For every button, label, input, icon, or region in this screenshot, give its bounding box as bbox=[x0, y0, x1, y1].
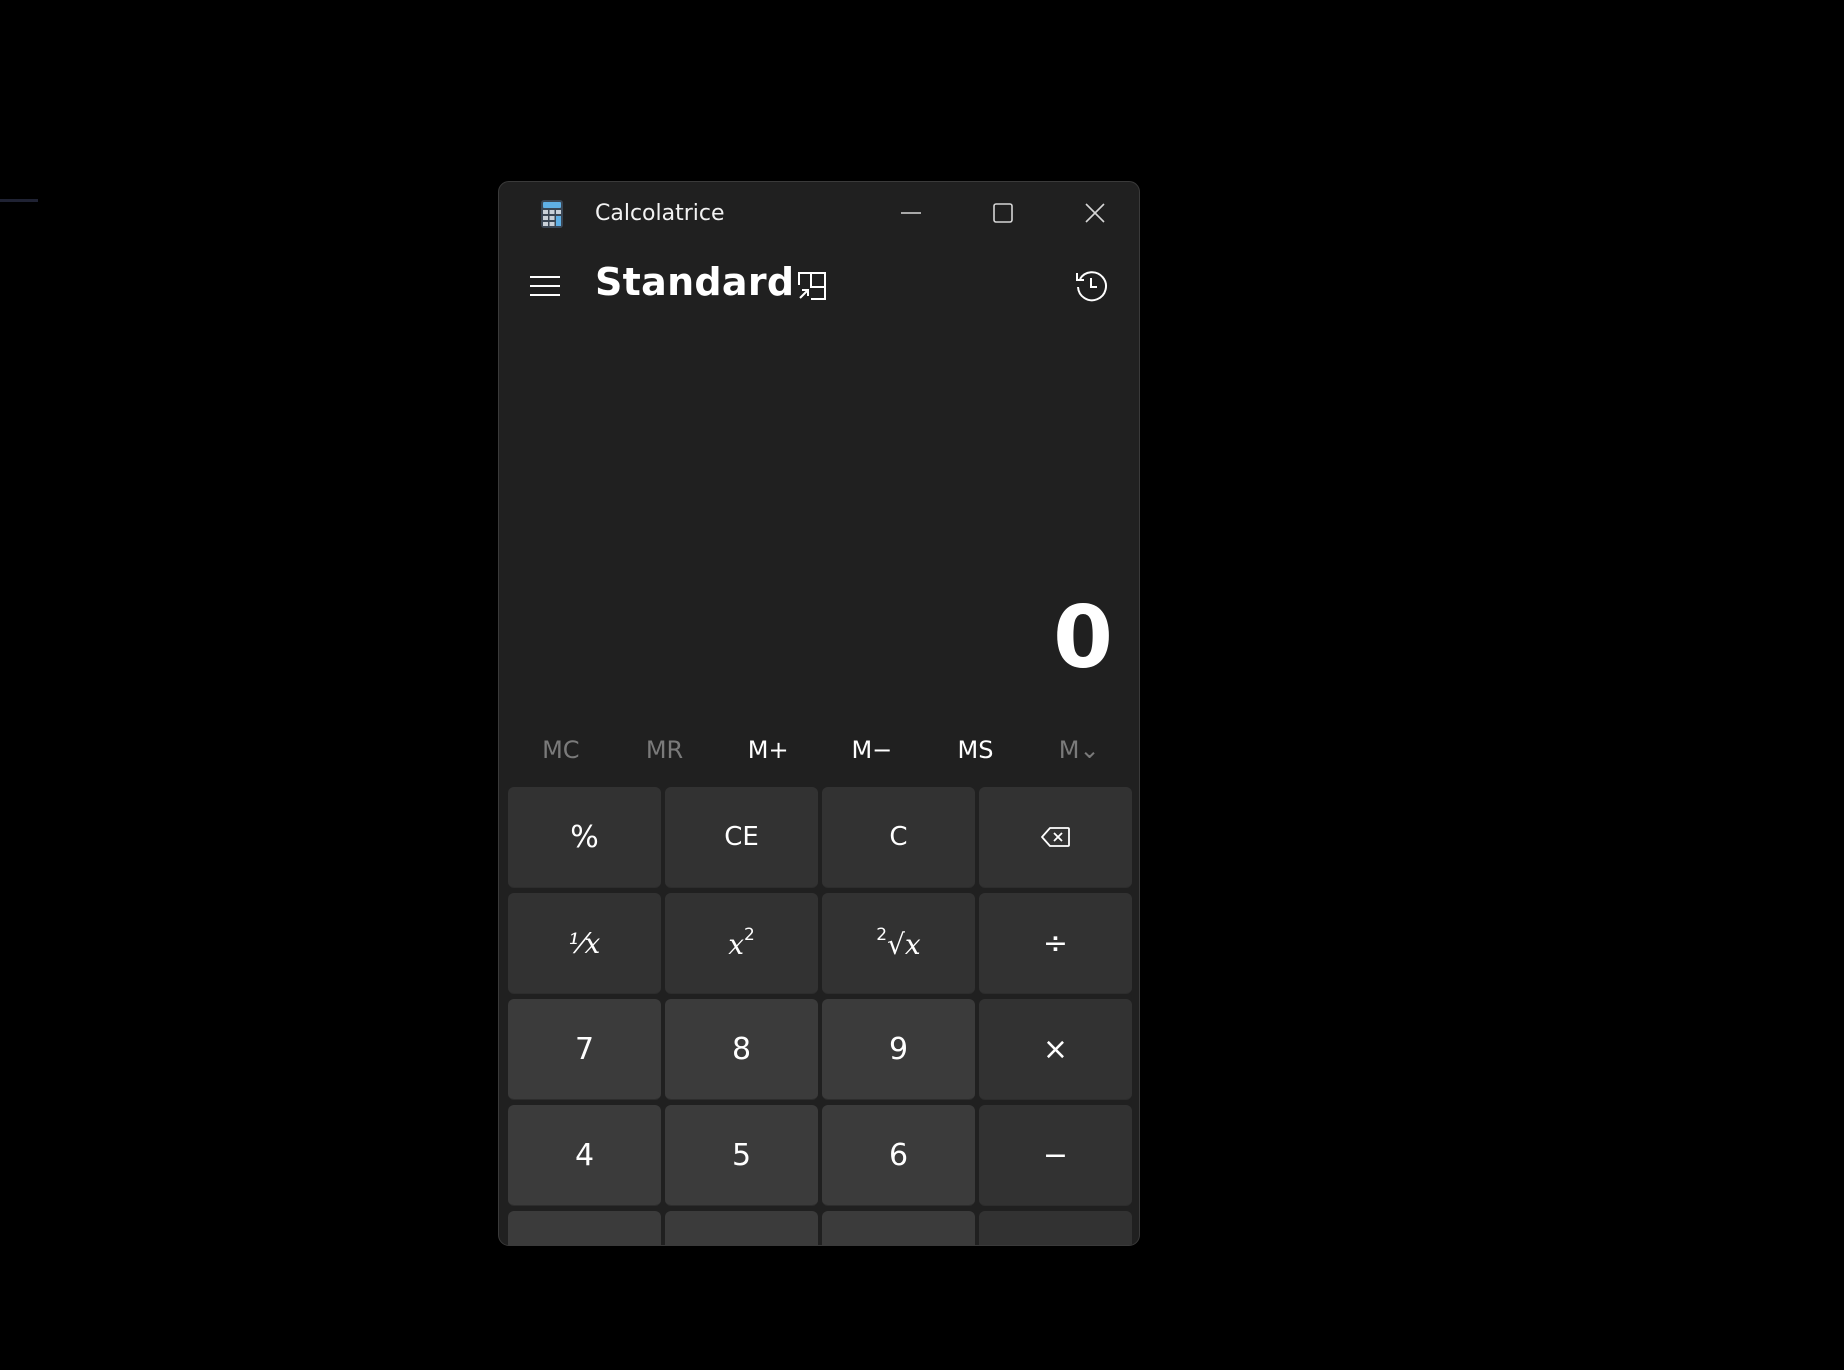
history-icon bbox=[1076, 271, 1107, 302]
calculator-window: Calcolatrice Standard 0 MC MR M+ M− MS M… bbox=[498, 181, 1140, 1246]
memory-subtract-button[interactable]: M− bbox=[820, 722, 924, 778]
backspace-icon bbox=[1040, 827, 1070, 847]
square-button[interactable]: x2 bbox=[665, 893, 818, 994]
navigation-menu-button[interactable] bbox=[521, 262, 569, 310]
minimize-icon bbox=[901, 212, 921, 214]
memory-recall-button[interactable]: MR bbox=[613, 722, 717, 778]
digit-6-button[interactable]: 6 bbox=[822, 1105, 975, 1206]
clear-entry-button[interactable]: CE bbox=[665, 787, 818, 888]
digit-4-button[interactable]: 4 bbox=[508, 1105, 661, 1206]
maximize-icon bbox=[993, 203, 1013, 223]
memory-clear-button[interactable]: MC bbox=[509, 722, 613, 778]
plus-button[interactable]: + bbox=[979, 1211, 1132, 1245]
multiply-button[interactable]: × bbox=[979, 999, 1132, 1100]
calculator-app-icon bbox=[540, 199, 564, 229]
digit-8-button[interactable]: 8 bbox=[665, 999, 818, 1100]
reciprocal-label: ¹⁄x bbox=[568, 926, 601, 960]
mode-title: Standard bbox=[595, 260, 795, 304]
digit-7-button[interactable]: 7 bbox=[508, 999, 661, 1100]
keep-on-top-button[interactable] bbox=[788, 262, 836, 310]
close-button[interactable] bbox=[1049, 182, 1139, 244]
backspace-button[interactable] bbox=[979, 787, 1132, 888]
divide-button[interactable]: ÷ bbox=[979, 893, 1132, 994]
percent-button[interactable]: % bbox=[508, 787, 661, 888]
square-label: x2 bbox=[728, 925, 755, 961]
memory-add-button[interactable]: M+ bbox=[716, 722, 820, 778]
title-bar[interactable]: Calcolatrice bbox=[499, 182, 1139, 248]
digit-2-button[interactable]: 2 bbox=[665, 1211, 818, 1245]
hamburger-icon bbox=[530, 276, 560, 296]
memory-list-button[interactable]: M⌄ bbox=[1027, 722, 1131, 778]
square-exponent: 2 bbox=[743, 925, 755, 945]
window-title: Calcolatrice bbox=[595, 201, 725, 226]
reciprocal-button[interactable]: ¹⁄x bbox=[508, 893, 661, 994]
desktop-edge-mark bbox=[0, 199, 38, 202]
square-root-button[interactable]: 2√x bbox=[822, 893, 975, 994]
maximize-button[interactable] bbox=[957, 182, 1049, 244]
memory-store-button[interactable]: MS bbox=[924, 722, 1028, 778]
square-base: x bbox=[728, 928, 744, 961]
digit-5-button[interactable]: 5 bbox=[665, 1105, 818, 1206]
keypad: % CE C ¹⁄x x2 2√x ÷ 7 8 9 × 4 5 6 − 1 2 … bbox=[508, 787, 1132, 1245]
digit-1-button[interactable]: 1 bbox=[508, 1211, 661, 1245]
result-display: 0 bbox=[1053, 588, 1113, 688]
digit-9-button[interactable]: 9 bbox=[822, 999, 975, 1100]
digit-3-button[interactable]: 3 bbox=[822, 1211, 975, 1245]
square-root-label: 2√x bbox=[876, 925, 920, 961]
close-icon bbox=[1085, 203, 1105, 223]
history-button[interactable] bbox=[1067, 262, 1115, 310]
clear-button[interactable]: C bbox=[822, 787, 975, 888]
minimize-button[interactable] bbox=[865, 182, 957, 244]
minus-button[interactable]: − bbox=[979, 1105, 1132, 1206]
keep-on-top-icon bbox=[798, 272, 826, 300]
root-radical: √x bbox=[887, 928, 921, 961]
memory-row: MC MR M+ M− MS M⌄ bbox=[509, 722, 1131, 778]
root-index: 2 bbox=[876, 925, 888, 945]
